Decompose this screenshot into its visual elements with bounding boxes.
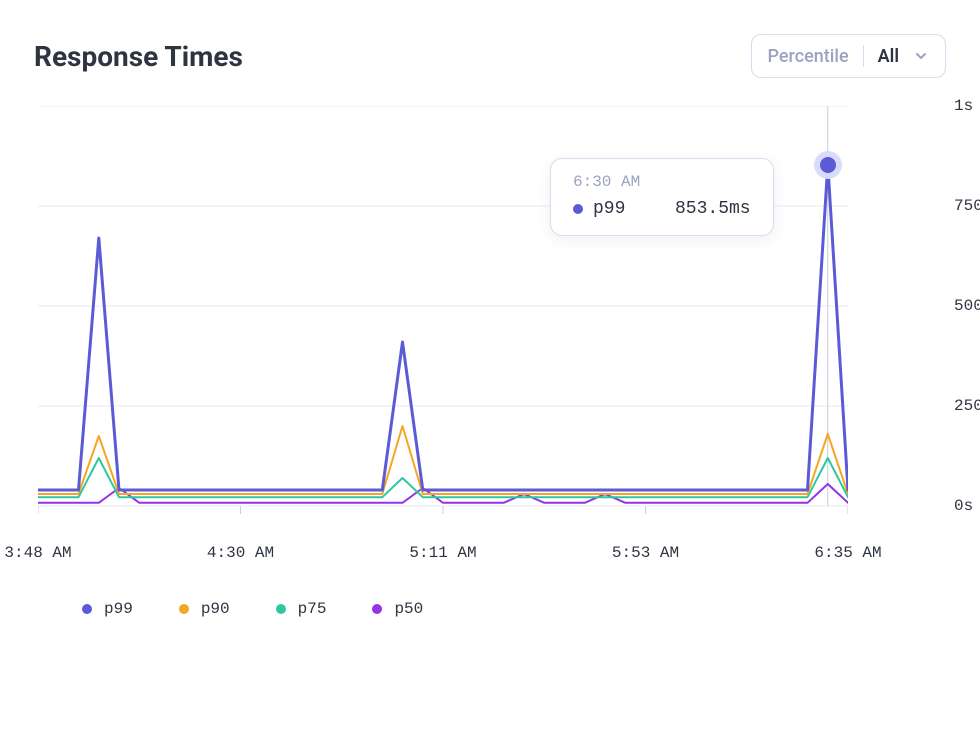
legend-dot — [82, 604, 92, 614]
legend-label: p75 — [298, 600, 327, 618]
legend-item-p90[interactable]: p90 — [179, 600, 230, 618]
legend-dot — [179, 604, 189, 614]
legend-label: p90 — [201, 600, 230, 618]
x-axis-label: 5:53 AM — [612, 544, 679, 562]
y-axis-label: 250ms — [954, 397, 980, 415]
tooltip-row: p99 853.5ms — [573, 199, 751, 219]
panel-header: Response Times Percentile All — [34, 34, 946, 78]
tooltip-series-name: p99 — [593, 199, 641, 219]
y-axis-label: 1s — [954, 97, 973, 115]
legend-label: p50 — [394, 600, 423, 618]
legend-dot — [276, 604, 286, 614]
selector-value: All — [878, 46, 899, 67]
chart-area[interactable]: 1s750ms500ms250ms0s 6:30 AM p99 853.5ms — [38, 106, 950, 536]
tooltip-value: 853.5ms — [675, 199, 751, 219]
chart-legend: p99 p90 p75 p50 — [82, 600, 423, 618]
legend-dot — [372, 604, 382, 614]
x-axis-label: 4:30 AM — [207, 544, 274, 562]
y-axis-label: 500ms — [954, 297, 980, 315]
tooltip-time: 6:30 AM — [573, 173, 751, 191]
tooltip-series-dot — [573, 204, 583, 214]
selector-label: Percentile — [768, 46, 849, 67]
legend-item-p50[interactable]: p50 — [372, 600, 423, 618]
x-axis-label: 3:48 AM — [4, 544, 71, 562]
chevron-down-icon — [913, 48, 929, 64]
chart-wrapper: 1s750ms500ms250ms0s 6:30 AM p99 853.5ms … — [38, 106, 946, 536]
chart-tooltip: 6:30 AM p99 853.5ms — [550, 158, 774, 236]
highlight-marker-dot — [820, 157, 836, 173]
x-axis-label: 5:11 AM — [409, 544, 476, 562]
percentile-selector[interactable]: Percentile All — [751, 34, 946, 78]
legend-item-p99[interactable]: p99 — [82, 600, 133, 618]
legend-label: p99 — [104, 600, 133, 618]
selector-divider — [863, 45, 864, 67]
response-times-panel: Response Times Percentile All 1s750ms500… — [0, 0, 980, 536]
legend-item-p75[interactable]: p75 — [276, 600, 327, 618]
y-axis: 1s750ms500ms250ms0s — [954, 106, 980, 506]
y-axis-label: 750ms — [954, 197, 980, 215]
x-axis-label: 6:35 AM — [814, 544, 881, 562]
y-axis-label: 0s — [954, 497, 973, 515]
panel-title: Response Times — [34, 40, 243, 73]
highlight-marker[interactable] — [814, 151, 842, 179]
